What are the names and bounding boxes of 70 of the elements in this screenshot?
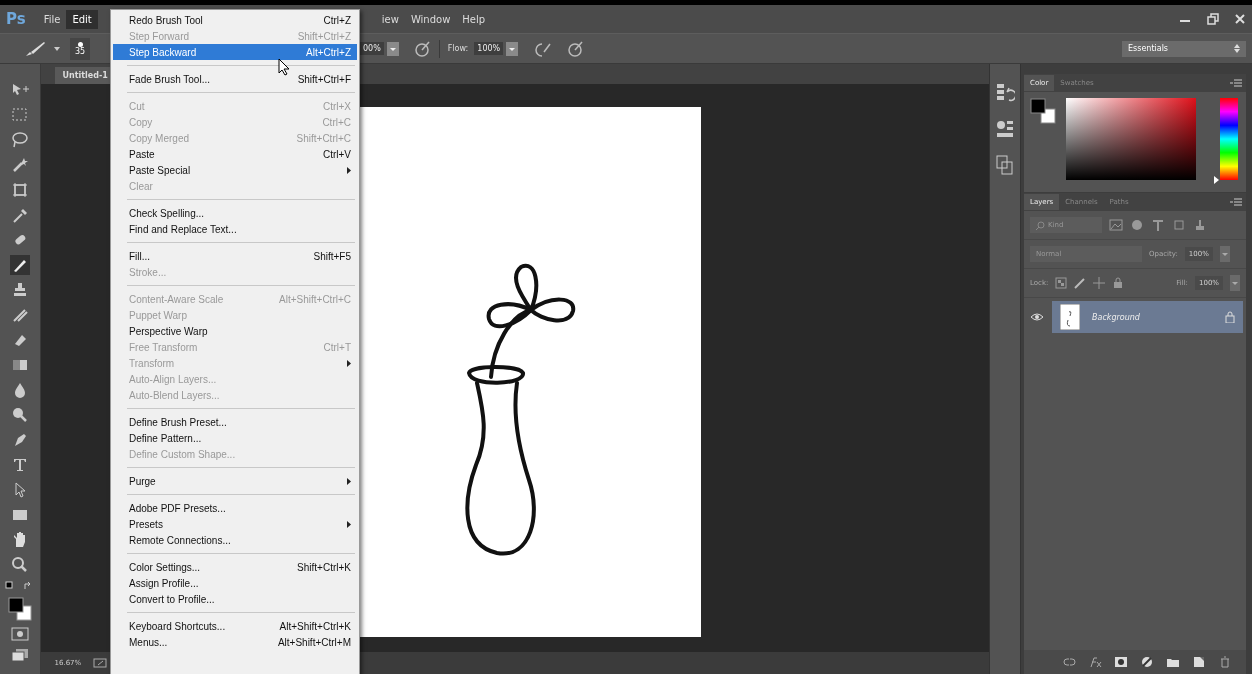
brush-preset-picker[interactable]: 35 — [70, 37, 90, 60]
quick-mask-icon[interactable] — [9, 626, 30, 642]
color-swatches-icon[interactable] — [7, 597, 32, 621]
folder-icon[interactable] — [1166, 656, 1180, 668]
filter-icon[interactable] — [1151, 218, 1165, 232]
app-logo: Ps — [6, 10, 26, 28]
screen-mode-icon[interactable] — [9, 647, 30, 663]
opacity-field[interactable]: 00% — [360, 42, 384, 55]
workspace-dropdown[interactable]: Essentials — [1122, 40, 1246, 57]
tool-icon[interactable] — [9, 255, 30, 275]
menu-entry[interactable]: Define Brush Preset... — [113, 414, 357, 430]
fx-icon[interactable] — [1088, 656, 1102, 668]
menu-entry[interactable]: Fill... Shift+F5 — [113, 248, 357, 264]
menu-item[interactable]: iew — [375, 9, 405, 29]
menu-entry[interactable]: Define Pattern... — [113, 430, 357, 446]
flow-label: Flow: — [447, 44, 469, 53]
color-field[interactable] — [1066, 98, 1196, 180]
history-icon[interactable] — [995, 82, 1016, 104]
menu-entry[interactable]: Menus... Alt+Shift+Ctrl+M — [113, 634, 357, 650]
panel-menu-icon[interactable] — [1230, 79, 1242, 87]
menu-entry[interactable]: Paste Ctrl+V — [113, 146, 357, 162]
layer-thumbnail — [1060, 304, 1080, 330]
menu-entry[interactable]: Assign Profile... — [113, 575, 357, 591]
lock-option-icon[interactable] — [1074, 277, 1087, 289]
mouse-pointer-icon — [278, 58, 290, 76]
menu-entry[interactable]: Adobe PDF Presets... — [113, 500, 357, 516]
menu-entry[interactable]: Keyboard Shortcuts... Alt+Shift+Ctrl+K — [113, 618, 357, 634]
flow-field[interactable]: 100% — [474, 42, 504, 55]
menu-entry[interactable]: Presets — [113, 516, 357, 532]
link-icon[interactable] — [1062, 656, 1076, 668]
menu-item[interactable]: Edit — [66, 9, 98, 29]
visibility-eye-icon[interactable] — [1030, 312, 1044, 322]
properties-icon[interactable] — [995, 118, 1016, 140]
layer-comps-icon[interactable] — [995, 154, 1016, 176]
dropdown-icon[interactable] — [386, 41, 399, 56]
slider-thumb[interactable] — [1214, 176, 1219, 184]
search-icon — [1036, 220, 1045, 230]
menu-entry[interactable]: Paste Special — [113, 162, 357, 178]
trash-icon[interactable] — [1218, 656, 1232, 668]
layer-row[interactable]: Background — [1052, 301, 1243, 333]
menu-entry[interactable]: Color Settings... Shift+Ctrl+K — [113, 559, 357, 575]
menu-entry[interactable]: Remote Connections... — [113, 532, 357, 548]
menu-entry[interactable]: Find and Replace Text... — [113, 221, 357, 237]
menu-item[interactable]: Help — [456, 9, 492, 29]
menu-entry[interactable]: Purge — [113, 473, 357, 489]
tool-icon[interactable] — [9, 130, 30, 150]
updown-icon — [1234, 44, 1240, 53]
menu-item[interactable]: Window — [404, 9, 457, 29]
panel-menu-icon[interactable] — [1230, 198, 1242, 206]
menu-entry[interactable]: Perspective Warp — [113, 323, 357, 339]
mask-icon[interactable] — [1114, 656, 1128, 668]
filter-icon[interactable] — [1130, 218, 1144, 232]
menu-entry[interactable]: Convert to Profile... — [113, 591, 357, 607]
lock-option-icon[interactable] — [1112, 277, 1125, 289]
menu-entry[interactable]: Check Spelling... — [113, 205, 357, 221]
menu-entry[interactable]: Step Backward Alt+Ctrl+Z — [113, 44, 357, 60]
lock-option-icon[interactable] — [1055, 277, 1068, 289]
restore-icon[interactable] — [1206, 13, 1220, 25]
color-swatches-icon[interactable] — [1030, 98, 1056, 124]
dropdown-icon[interactable] — [1219, 246, 1230, 262]
menu-entry[interactable]: Redo Brush Tool Ctrl+Z — [113, 12, 357, 28]
menu-item[interactable]: File — [37, 9, 67, 29]
filter-icon[interactable] — [1193, 218, 1207, 232]
caret-icon[interactable] — [54, 46, 60, 51]
dropdown-icon[interactable] — [506, 41, 519, 56]
menu-entry[interactable]: Fade Brush Tool... Shift+Ctrl+F — [113, 71, 357, 87]
adjustment-icon[interactable] — [1140, 656, 1154, 668]
filter-icon[interactable] — [1109, 218, 1123, 232]
new-layer-icon[interactable] — [1192, 656, 1206, 668]
close-icon[interactable] — [1234, 13, 1246, 25]
